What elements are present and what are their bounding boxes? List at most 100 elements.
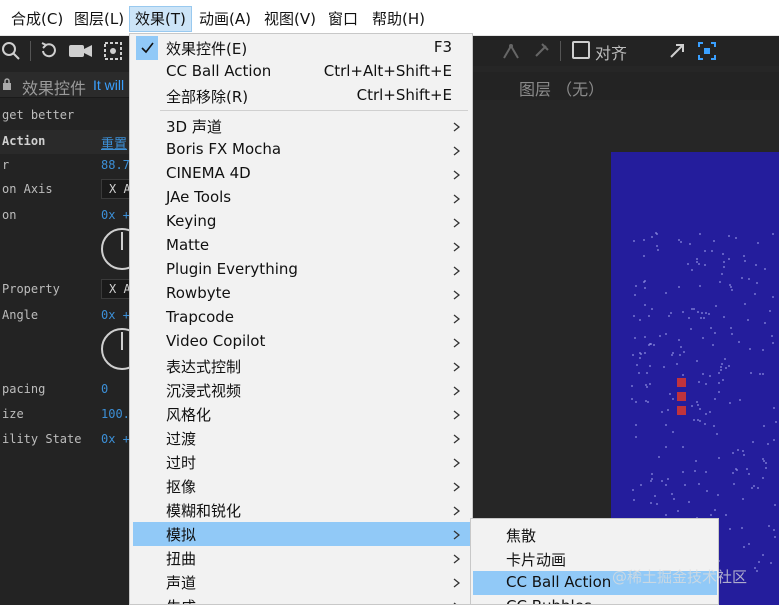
particle-dot	[699, 285, 701, 287]
particle-dot	[682, 471, 684, 473]
menu-layer[interactable]: 图层(L)	[69, 6, 129, 32]
particle-dot	[671, 493, 673, 495]
menu-animation[interactable]: 动画(A)	[194, 6, 256, 32]
align-checkbox[interactable]	[572, 41, 590, 59]
submenu-item[interactable]: 焦散	[473, 523, 717, 547]
particle-dot	[774, 504, 776, 506]
particle-dot	[737, 449, 739, 451]
particle-dot	[639, 319, 641, 321]
menu-item[interactable]: 过渡	[133, 426, 470, 450]
particle-dot	[748, 278, 750, 280]
menu-item[interactable]: CC Ball Action Ctrl+Alt+Shift+E	[133, 60, 470, 84]
submenu-item[interactable]: CC Bubbles	[473, 595, 717, 604]
particle-dot	[689, 243, 691, 245]
particle-dot	[743, 255, 745, 257]
property-value[interactable]: 0x +	[101, 308, 130, 322]
particle-dot	[646, 386, 648, 388]
menu-item[interactable]: Keying	[133, 210, 470, 234]
rotate-icon[interactable]	[38, 40, 60, 62]
menu-help[interactable]: 帮助(H)	[367, 6, 430, 32]
particle-dot	[732, 452, 734, 454]
menu-view[interactable]: 视图(V)	[259, 6, 321, 32]
menu-item[interactable]: 声道	[133, 570, 470, 594]
menu-item[interactable]: Boris FX Mocha	[133, 138, 470, 162]
property-value[interactable]: 88.7	[101, 158, 130, 172]
particle-block	[677, 378, 686, 387]
menu-item[interactable]: 风格化	[133, 402, 470, 426]
snap-icon[interactable]	[696, 40, 718, 62]
particle-dot	[723, 261, 725, 263]
particle-dot	[699, 233, 701, 235]
lock-icon[interactable]	[2, 78, 12, 90]
particle-dot	[708, 313, 710, 315]
menu-item[interactable]: 3D 声道	[133, 114, 470, 138]
particle-dot	[728, 258, 730, 260]
menu-item[interactable]: Rowbyte	[133, 282, 470, 306]
menu-item-shortcut: Ctrl+Shift+E	[356, 86, 452, 104]
particle-dot	[668, 315, 670, 317]
chevron-right-icon	[453, 552, 461, 564]
reset-link[interactable]: 重置	[101, 133, 127, 152]
search-icon[interactable]	[0, 40, 22, 62]
particle-dot	[715, 305, 717, 307]
particle-dot	[643, 239, 645, 241]
menu-item[interactable]: 全部移除(R) Ctrl+Shift+E	[133, 84, 470, 108]
menu-item[interactable]: 模糊和锐化	[133, 498, 470, 522]
expand-icon[interactable]	[666, 40, 688, 62]
property-value[interactable]: 0x +	[101, 208, 130, 222]
particle-dot	[688, 317, 690, 319]
property-value[interactable]: 0x +	[101, 432, 130, 446]
particle-dot	[696, 360, 698, 362]
particle-dot	[633, 315, 635, 317]
menu-item[interactable]: 表达式控制	[133, 354, 470, 378]
menu-item[interactable]: Matte	[133, 234, 470, 258]
chevron-right-icon	[453, 168, 461, 180]
particle-dot	[713, 425, 715, 427]
menu-item[interactable]: 抠像	[133, 474, 470, 498]
menu-item[interactable]: 生成	[133, 594, 470, 604]
menu-item[interactable]: Trapcode	[133, 306, 470, 330]
property-value[interactable]: 0	[101, 382, 108, 396]
menu-window[interactable]: 窗口	[323, 6, 363, 32]
particle-dot	[765, 462, 767, 464]
menu-item-label: CC Ball Action	[166, 62, 272, 80]
particle-dot	[773, 439, 775, 441]
particle-dot	[757, 487, 759, 489]
camera-icon[interactable]	[68, 40, 92, 62]
menu-item[interactable]: Plugin Everything	[133, 258, 470, 282]
pan-behind-icon[interactable]	[102, 40, 124, 62]
particle-dot	[763, 425, 765, 427]
menu-composition[interactable]: 合成(C)	[6, 6, 68, 32]
property-name: Angle	[2, 308, 39, 322]
particle-dot	[714, 509, 716, 511]
menu-item[interactable]: Video Copilot	[133, 330, 470, 354]
particle-dot	[742, 450, 744, 452]
particle-dot	[650, 343, 652, 345]
property-value[interactable]: 100.	[101, 407, 130, 421]
chevron-right-icon	[453, 120, 461, 132]
particle-dot	[680, 241, 682, 243]
menu-item-label: Matte	[166, 236, 210, 254]
particle-dot	[725, 367, 727, 369]
effect-controls-tab[interactable]: 效果控件 It will	[0, 72, 132, 98]
particle-dot	[771, 335, 773, 337]
effect-dropdown-menu: 效果控件(E) F3 CC Ball Action Ctrl+Alt+Shift+E 全…	[129, 33, 473, 605]
menu-item[interactable]: 效果控件(E) F3	[133, 36, 470, 60]
pin-icon[interactable]	[530, 40, 552, 62]
menu-effect[interactable]: 效果(T)	[129, 6, 192, 32]
menu-item[interactable]: 扭曲	[133, 546, 470, 570]
particle-dot	[710, 514, 712, 516]
particle-dot	[735, 237, 737, 239]
menu-item[interactable]: 模拟	[133, 522, 470, 546]
effect-header-row[interactable]: Action 重置	[0, 130, 132, 154]
menu-item[interactable]: CINEMA 4D	[133, 162, 470, 186]
particle-block	[677, 406, 686, 415]
effect-property-row: on 0x +	[0, 204, 132, 228]
layer-viewer-header: 图层 （无）	[473, 72, 779, 100]
align-label: 对齐	[595, 44, 628, 63]
puppet-icon[interactable]	[500, 40, 522, 62]
menu-item[interactable]: 沉浸式视频	[133, 378, 470, 402]
menu-item[interactable]: 过时	[133, 450, 470, 474]
particle-dot	[753, 485, 755, 487]
menu-item[interactable]: JAe Tools	[133, 186, 470, 210]
